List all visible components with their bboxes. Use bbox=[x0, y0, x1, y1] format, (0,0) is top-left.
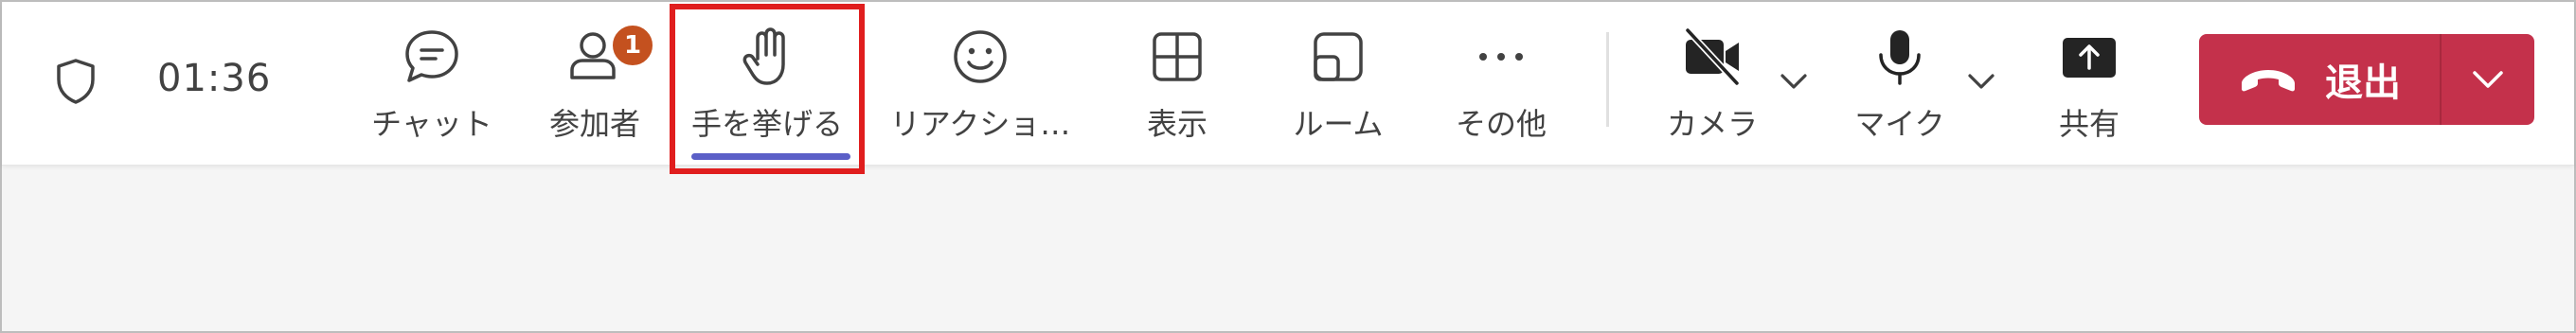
more-button[interactable]: その他 bbox=[1447, 19, 1555, 151]
meeting-window: 01:36 チャット 参加者 1 手を挙げる リアクショ… 表示 ルーム その他… bbox=[0, 0, 2576, 333]
rooms-icon bbox=[1314, 32, 1363, 81]
view-label: 表示 bbox=[1146, 106, 1208, 142]
camera-off-icon bbox=[1685, 27, 1740, 86]
smiley-icon bbox=[954, 30, 1007, 83]
rooms-button[interactable]: ルーム bbox=[1284, 19, 1392, 151]
highlight-box bbox=[670, 4, 865, 174]
leave-label: 退出 bbox=[2325, 61, 2401, 105]
chat-label: チャット bbox=[371, 106, 492, 142]
participants-count-badge: 1 bbox=[610, 23, 655, 68]
camera-options-chevron-icon[interactable] bbox=[1777, 64, 1811, 98]
microphone-icon bbox=[1879, 30, 1921, 85]
participants-button[interactable]: 参加者 1 bbox=[538, 19, 655, 151]
chat-button[interactable]: チャット bbox=[366, 19, 498, 151]
view-button[interactable]: 表示 bbox=[1135, 19, 1220, 151]
toolbar-divider bbox=[1606, 32, 1609, 127]
more-label: その他 bbox=[1455, 106, 1547, 142]
leave-button-group: 退出 bbox=[2199, 34, 2534, 125]
more-icon bbox=[1479, 53, 1523, 61]
phone-hangup-icon bbox=[2242, 70, 2295, 92]
mic-options-chevron-icon[interactable] bbox=[1964, 64, 1998, 98]
share-icon bbox=[2063, 38, 2116, 78]
chat-icon bbox=[405, 30, 458, 82]
leave-button[interactable]: 退出 bbox=[2199, 34, 2440, 125]
mic-label: マイク bbox=[1854, 106, 1945, 142]
share-button[interactable]: 共有 bbox=[2044, 19, 2135, 151]
chevron-down-icon bbox=[2473, 71, 2503, 88]
leave-options-button[interactable] bbox=[2442, 34, 2534, 125]
grid-icon bbox=[1153, 32, 1202, 81]
rooms-label: ルーム bbox=[1293, 106, 1384, 142]
share-label: 共有 bbox=[2058, 106, 2120, 142]
reactions-button[interactable]: リアクショ… bbox=[881, 19, 1080, 151]
camera-button[interactable]: カメラ bbox=[1659, 19, 1765, 151]
mic-button[interactable]: マイク bbox=[1847, 19, 1953, 151]
shield-icon bbox=[57, 59, 95, 104]
reactions-label: リアクショ… bbox=[889, 106, 1071, 142]
meeting-timer: 01:36 bbox=[157, 57, 272, 100]
participants-label: 参加者 bbox=[548, 106, 640, 142]
camera-label: カメラ bbox=[1666, 106, 1758, 142]
meeting-toolbar: 01:36 チャット 参加者 1 手を挙げる リアクショ… 表示 ルーム その他… bbox=[2, 2, 2574, 174]
